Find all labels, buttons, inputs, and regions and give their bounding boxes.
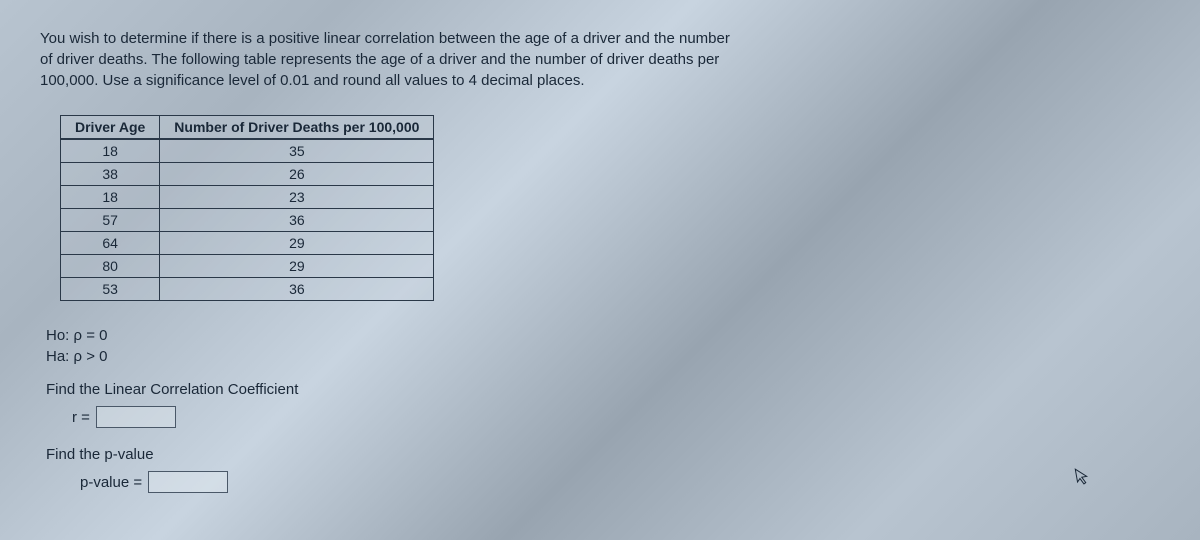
table-row: 18 35 <box>61 139 434 163</box>
intro-line-2: of driver deaths. The following table re… <box>40 49 1100 70</box>
problem-statement: You wish to determine if there is a posi… <box>40 28 1100 91</box>
cursor-icon <box>1074 466 1092 491</box>
cell-deaths: 26 <box>160 163 434 186</box>
pvalue-label: p-value = <box>80 474 142 491</box>
table-row: 64 29 <box>61 232 434 255</box>
hypotheses: Ho: ρ = 0 Ha: ρ > 0 <box>46 325 1160 367</box>
table-row: 80 29 <box>61 255 434 278</box>
correlation-prompt: Find the Linear Correlation Coefficient <box>46 381 1160 398</box>
table-row: 18 23 <box>61 186 434 209</box>
cell-age: 57 <box>61 209 160 232</box>
alt-hypothesis: Ha: ρ > 0 <box>46 346 1160 367</box>
r-label: r = <box>72 409 90 426</box>
intro-line-3: 100,000. Use a significance level of 0.0… <box>40 70 1100 91</box>
cell-age: 18 <box>61 139 160 163</box>
data-table: Driver Age Number of Driver Deaths per 1… <box>60 115 434 301</box>
cell-deaths: 29 <box>160 232 434 255</box>
cell-deaths: 35 <box>160 139 434 163</box>
cell-deaths: 23 <box>160 186 434 209</box>
r-input[interactable] <box>96 406 176 428</box>
col-header-deaths: Number of Driver Deaths per 100,000 <box>160 116 434 140</box>
table-row: 53 36 <box>61 278 434 301</box>
table-row: 38 26 <box>61 163 434 186</box>
cell-age: 38 <box>61 163 160 186</box>
cell-age: 64 <box>61 232 160 255</box>
cell-deaths: 29 <box>160 255 434 278</box>
intro-line-1: You wish to determine if there is a posi… <box>40 28 1100 49</box>
null-hypothesis: Ho: ρ = 0 <box>46 325 1160 346</box>
cell-deaths: 36 <box>160 209 434 232</box>
table-row: 57 36 <box>61 209 434 232</box>
cell-age: 53 <box>61 278 160 301</box>
table-header-row: Driver Age Number of Driver Deaths per 1… <box>61 116 434 140</box>
r-input-row: r = <box>72 406 1160 428</box>
pvalue-input[interactable] <box>148 471 228 493</box>
pvalue-input-row: p-value = <box>80 471 1160 493</box>
cell-age: 80 <box>61 255 160 278</box>
cell-age: 18 <box>61 186 160 209</box>
pvalue-prompt: Find the p-value <box>46 446 1160 463</box>
col-header-age: Driver Age <box>61 116 160 140</box>
cell-deaths: 36 <box>160 278 434 301</box>
